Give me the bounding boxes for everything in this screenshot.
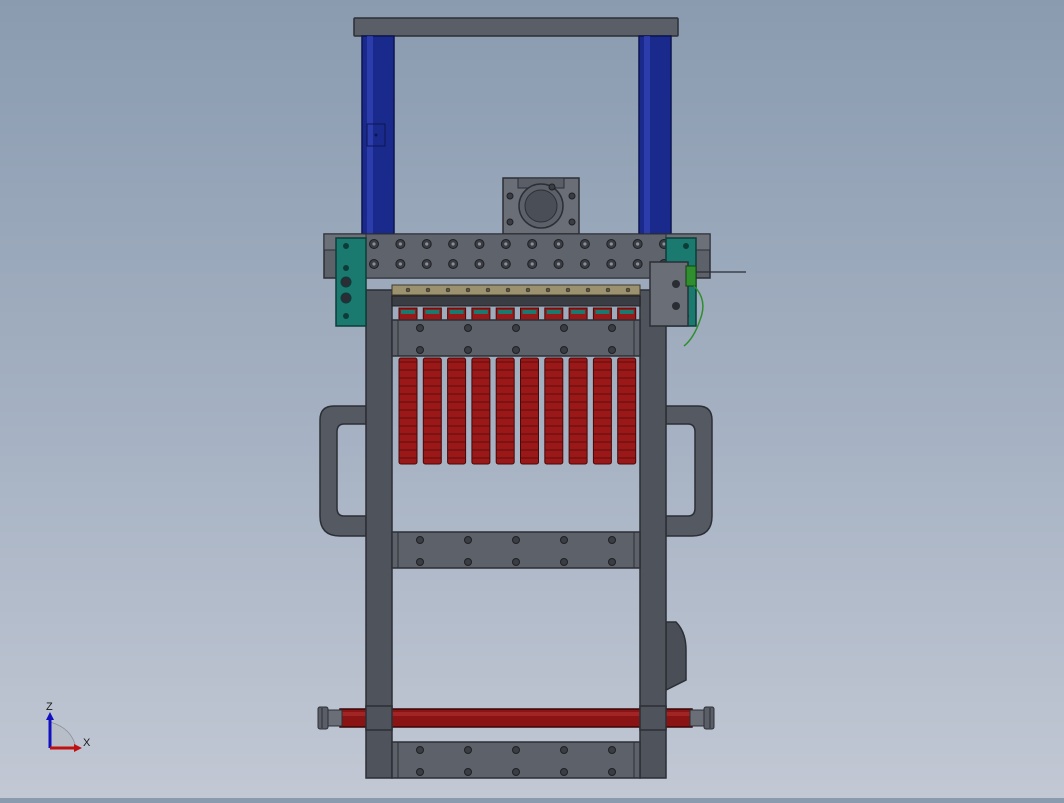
rail-screw [605, 287, 611, 293]
red-shaft [339, 705, 693, 731]
plate-bolt [464, 746, 472, 754]
spring-stack [447, 357, 467, 465]
cad-model-canvas[interactable]: Z X [0, 0, 1064, 798]
plate-bolt [512, 768, 520, 776]
plate-bolt [512, 558, 520, 566]
rail-screw [445, 287, 451, 293]
triad-plane [49, 721, 77, 749]
shaft-end-right [689, 706, 715, 730]
plate-bolt [608, 746, 616, 754]
middle-cross-plate [391, 531, 641, 569]
plate-bolt [608, 768, 616, 776]
rail-screw [545, 287, 551, 293]
plate-bolt [464, 768, 472, 776]
plate-bolt [512, 536, 520, 544]
plate-bolt [608, 536, 616, 544]
motor-mount [502, 177, 580, 235]
teal-bracket-left [335, 237, 367, 327]
cad-viewport[interactable]: Z X [0, 0, 1064, 798]
spring-stack [617, 357, 637, 465]
handle-left [319, 405, 367, 537]
frame-post-right [639, 289, 667, 779]
plate-bolt [416, 558, 424, 566]
plate-bolt [560, 768, 568, 776]
plate-bolt [464, 558, 472, 566]
frame-post-left [365, 289, 393, 779]
plate-bolt [464, 536, 472, 544]
spring-stack [544, 357, 564, 465]
shaft-end-left [317, 706, 343, 730]
bottom-cross-plate [391, 741, 641, 779]
rail-screw [505, 287, 511, 293]
plate-bolt [464, 346, 472, 354]
upper-clamp-plate [391, 319, 641, 357]
plate-bolt [416, 746, 424, 754]
rail-screw [525, 287, 531, 293]
plate-bolt [416, 768, 424, 776]
rail-screw [405, 287, 411, 293]
z-axis-arrowhead [46, 712, 54, 720]
plate-bolt [512, 346, 520, 354]
axis-triad[interactable]: Z X [46, 701, 91, 752]
top-cross-plate [353, 17, 679, 37]
spring-stack [568, 357, 588, 465]
plate-bolt [560, 324, 568, 332]
plate-bolt [512, 324, 520, 332]
spring-stacks [398, 357, 637, 465]
spring-stack [398, 357, 418, 465]
guide-column-left [361, 35, 395, 235]
rail-screw [625, 287, 631, 293]
rail-screw [425, 287, 431, 293]
plate-bolt [608, 346, 616, 354]
side-actuator [665, 621, 687, 692]
spring-stack [422, 357, 442, 465]
guide-column-right [638, 35, 672, 235]
spring-stack [471, 357, 491, 465]
plate-bolt [416, 536, 424, 544]
spring-stack [592, 357, 612, 465]
plate-bolt [560, 746, 568, 754]
x-axis-arrowhead [74, 744, 82, 752]
plate-bolt [608, 558, 616, 566]
carriage-bar [391, 295, 641, 307]
spring-stack [495, 357, 515, 465]
handle-right [665, 405, 713, 537]
rail-screw [565, 287, 571, 293]
plate-bolt [416, 346, 424, 354]
spring-stack [520, 357, 539, 465]
plate-bolt [560, 536, 568, 544]
rail-screw [485, 287, 491, 293]
plate-bolt [560, 558, 568, 566]
plate-bolt [512, 746, 520, 754]
x-axis-label: X [83, 737, 91, 749]
plate-bolt [464, 324, 472, 332]
plate-bolt [608, 324, 616, 332]
rail-screw [585, 287, 591, 293]
plate-bolt [560, 346, 568, 354]
plate-bolt [416, 324, 424, 332]
z-axis-label: Z [46, 701, 53, 713]
rail-screw [465, 287, 471, 293]
